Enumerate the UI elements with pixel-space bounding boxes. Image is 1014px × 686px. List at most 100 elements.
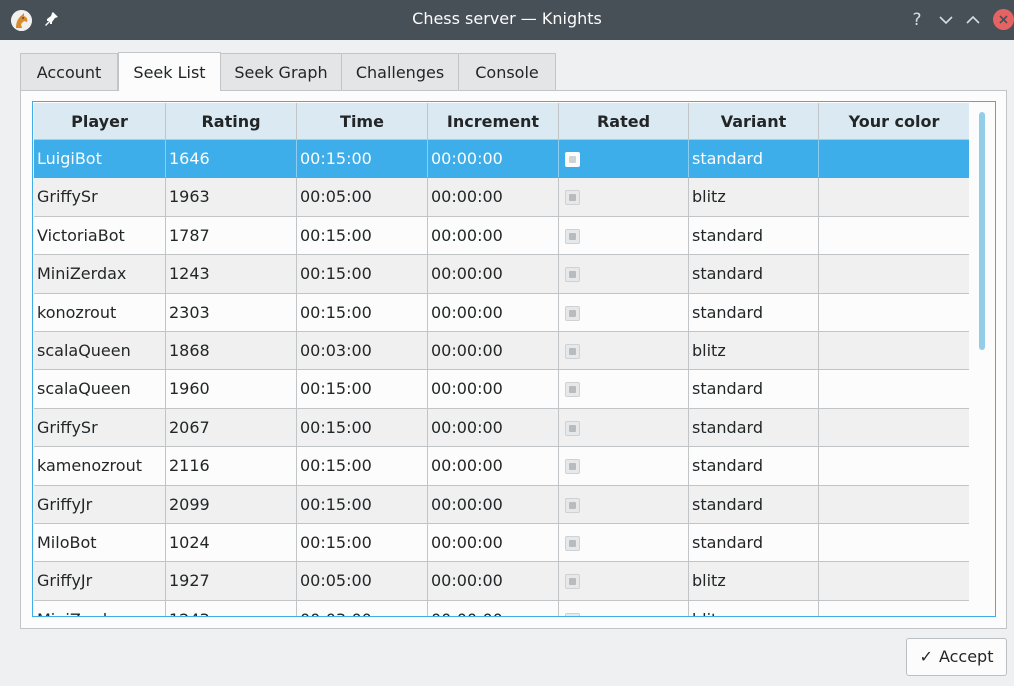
cell-time: 00:05:00 xyxy=(297,562,428,601)
rated-checkbox[interactable] xyxy=(565,536,580,551)
table-row[interactable]: scalaQueen 1868 00:03:00 00:00:00 blitz xyxy=(34,332,969,371)
cell-your-color xyxy=(819,332,969,371)
cell-time: 00:15:00 xyxy=(297,370,428,409)
cell-rated xyxy=(559,370,689,409)
window-title: Chess server — Knights xyxy=(412,9,602,28)
cell-rating: 1960 xyxy=(166,370,297,409)
cell-variant: standard xyxy=(689,293,819,332)
cell-player: GriffySr xyxy=(34,408,166,448)
rated-checkbox[interactable] xyxy=(565,612,580,616)
cell-your-color xyxy=(819,370,969,409)
table-row[interactable]: LuigiBot 1646 00:15:00 00:00:00 standard xyxy=(34,140,969,179)
cell-increment: 00:00:00 xyxy=(428,447,559,486)
table-row[interactable]: GriffySr 2067 00:15:00 00:00:00 standard xyxy=(34,408,969,448)
cell-variant: blitz xyxy=(689,332,819,371)
cell-variant: blitz xyxy=(689,562,819,601)
cell-player: VictoriaBot xyxy=(34,216,166,256)
table-row[interactable]: kamenozrout 2116 00:15:00 00:00:00 standard xyxy=(34,447,969,486)
cell-your-color xyxy=(819,524,969,563)
title-bar: Chess server — Knights ? xyxy=(0,0,1014,40)
tab-account[interactable]: Account xyxy=(20,53,118,91)
cell-increment: 00:00:00 xyxy=(428,178,559,217)
cell-rating: 1868 xyxy=(166,332,297,371)
column-header-your-color[interactable]: Your color xyxy=(819,103,969,140)
table-row[interactable]: MiniZerdax124300:03:0000:00:00 blitz xyxy=(34,600,969,616)
cell-rating: 2067 xyxy=(166,408,297,448)
table-row[interactable]: GriffyJr 2099 00:15:00 00:00:00 standard xyxy=(34,485,969,524)
cell-increment: 00:00:00 xyxy=(428,600,559,616)
cell-increment: 00:00:00 xyxy=(428,216,559,256)
table-row[interactable]: scalaQueen 1960 00:15:00 00:00:00 standard xyxy=(34,370,969,409)
column-header-increment[interactable]: Increment xyxy=(428,103,559,140)
cell-increment: 00:00:00 xyxy=(428,408,559,448)
rated-checkbox[interactable] xyxy=(565,190,580,206)
cell-variant: standard xyxy=(689,255,819,294)
rated-checkbox[interactable] xyxy=(565,152,580,167)
cell-increment: 00:00:00 xyxy=(428,140,559,179)
cell-time: 00:15:00 xyxy=(297,447,428,486)
rated-checkbox[interactable] xyxy=(565,420,580,436)
tab-seek-graph[interactable]: Seek Graph xyxy=(220,53,342,91)
column-header-player[interactable]: Player xyxy=(34,103,166,140)
accept-button[interactable]: ✓ Accept xyxy=(906,638,1007,676)
cell-rating: 1787 xyxy=(166,216,297,256)
cell-increment: 00:00:00 xyxy=(428,485,559,524)
table-header: Player Rating Time Increment Rated Varia… xyxy=(34,103,969,140)
rated-checkbox[interactable] xyxy=(565,497,580,513)
cell-player: scalaQueen xyxy=(34,370,166,409)
rated-checkbox[interactable] xyxy=(565,574,580,590)
cell-player: MiniZerdax xyxy=(34,255,166,294)
cell-your-color xyxy=(819,217,969,256)
cell-your-color xyxy=(819,294,969,332)
rated-checkbox[interactable] xyxy=(565,459,580,475)
table-row[interactable]: MiloBot 1024 00:15:00 00:00:00 standard xyxy=(34,524,969,563)
column-header-time[interactable]: Time xyxy=(297,103,428,140)
rated-checkbox[interactable] xyxy=(565,382,580,398)
table-row[interactable]: GriffySr 1963 00:05:00 00:00:00 blitz xyxy=(34,178,969,217)
rated-checkbox[interactable] xyxy=(565,228,580,244)
check-icon: ✓ xyxy=(919,647,933,666)
cell-increment: 00:00:00 xyxy=(428,562,559,601)
cell-increment: 00:00:00 xyxy=(428,524,559,563)
cell-player: GriffyJr xyxy=(34,562,166,601)
cell-rating: 1646 xyxy=(166,140,297,179)
cell-time: 00:15:00 xyxy=(297,485,428,524)
tab-seek-list[interactable]: Seek List xyxy=(118,52,221,91)
cell-rated xyxy=(559,447,689,486)
accept-button-label: Accept xyxy=(938,647,994,666)
cell-rating: 1963 xyxy=(166,178,297,217)
tab-challenges[interactable]: Challenges xyxy=(341,53,459,91)
table-row[interactable]: MiniZerdax 1243 00:15:00 00:00:00 standard xyxy=(34,255,969,294)
vertical-scrollbar[interactable] xyxy=(975,102,991,616)
rated-checkbox[interactable] xyxy=(565,267,580,283)
cell-your-color xyxy=(819,486,969,524)
cell-increment: 00:00:00 xyxy=(428,370,559,409)
column-header-rating[interactable]: Rating xyxy=(166,103,297,140)
scrollbar-handle[interactable] xyxy=(979,112,985,350)
cell-rated xyxy=(559,562,689,601)
table-row[interactable]: konozrout 2303 00:15:00 00:00:00 standard xyxy=(34,293,969,332)
rated-checkbox[interactable] xyxy=(565,344,580,359)
table-row[interactable]: VictoriaBot 1787 00:15:00 00:00:00 standard xyxy=(34,216,969,256)
cell-rated xyxy=(559,216,689,256)
tab-console[interactable]: Console xyxy=(458,53,556,91)
help-icon[interactable]: ? xyxy=(905,8,929,32)
close-icon[interactable] xyxy=(993,9,1014,30)
table-row[interactable]: GriffyJr 1927 00:05:00 00:00:00 blitz xyxy=(34,562,969,601)
cell-player: konozrout xyxy=(34,293,166,332)
column-header-variant[interactable]: Variant xyxy=(689,103,819,140)
cell-player: GriffySr xyxy=(34,178,166,217)
cell-rated xyxy=(559,255,689,294)
column-header-rated[interactable]: Rated xyxy=(559,103,689,140)
cell-variant: standard xyxy=(689,408,819,448)
cell-rating: 1927 xyxy=(166,562,297,601)
cell-variant: standard xyxy=(689,370,819,409)
seek-table: Player Rating Time Increment Rated Varia… xyxy=(32,101,996,617)
minimize-icon[interactable] xyxy=(934,8,958,32)
cell-rated xyxy=(559,485,689,524)
rated-checkbox[interactable] xyxy=(565,305,580,321)
cell-player: LuigiBot xyxy=(34,140,166,179)
maximize-icon[interactable] xyxy=(961,8,985,32)
cell-rated xyxy=(559,408,689,448)
cell-rated xyxy=(559,293,689,332)
